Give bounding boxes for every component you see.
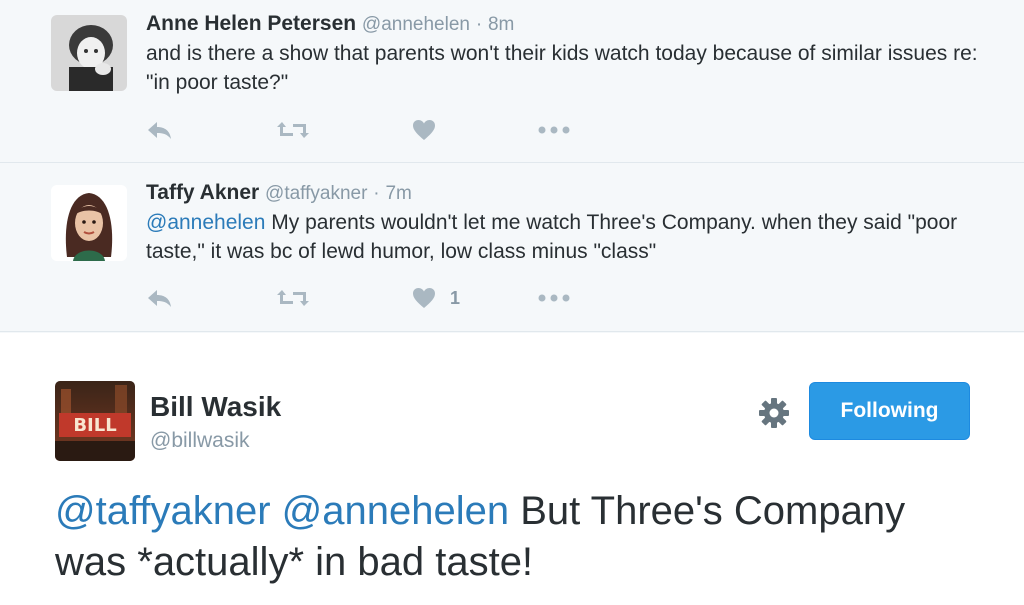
reply-button[interactable] — [146, 283, 174, 313]
tweet-actions — [146, 115, 596, 145]
retweet-icon — [277, 122, 309, 138]
like-button[interactable]: 1 — [412, 283, 460, 313]
more-icon — [538, 294, 570, 302]
like-count: 1 — [450, 287, 461, 308]
timestamp[interactable]: 7m — [385, 183, 411, 204]
like-button[interactable] — [412, 115, 450, 145]
mention-link[interactable]: @annehelen — [282, 489, 509, 533]
reply-icon — [148, 122, 171, 139]
reply-button[interactable] — [146, 115, 174, 145]
gear-button[interactable] — [757, 396, 791, 430]
timestamp[interactable]: 8m — [488, 14, 514, 35]
tweet-anne[interactable]: Anne Helen Petersen @annehelen · 8m and … — [0, 0, 1024, 163]
svg-text:BILL: BILL — [73, 415, 116, 436]
tweet-taffy[interactable]: Taffy Akner @taffyakner · 7m @annehelen … — [0, 164, 1024, 332]
separator: · — [373, 183, 380, 204]
author-name[interactable]: Bill Wasik — [150, 391, 281, 423]
avatar[interactable]: BILL — [55, 381, 135, 461]
tweet-body: My parents wouldn't let me watch Three's… — [146, 211, 958, 263]
gear-icon — [759, 398, 789, 428]
tweet-text: and is there a show that parents won't t… — [146, 39, 1006, 97]
avatar[interactable] — [51, 185, 127, 261]
tweet-text: @taffyakner @annehelen But Three's Compa… — [55, 486, 955, 588]
author-handle[interactable]: @annehelen — [362, 14, 470, 35]
separator: · — [475, 14, 483, 35]
author-name[interactable]: Anne Helen Petersen — [146, 12, 356, 35]
tweet-header: Anne Helen Petersen @annehelen · 8m — [146, 12, 514, 36]
more-button[interactable] — [538, 283, 570, 313]
tweet-body: and is there a show that parents won't t… — [146, 42, 978, 94]
reply-icon — [148, 290, 171, 307]
following-button[interactable]: Following — [809, 382, 970, 440]
more-button[interactable] — [538, 115, 570, 145]
mention-link[interactable]: @annehelen — [146, 211, 265, 234]
main-tweet: BILL Bill Wasik @billwasik Following @ta… — [0, 333, 1024, 605]
retweet-button[interactable] — [276, 115, 310, 145]
retweet-icon — [277, 290, 309, 306]
tweet-header: Taffy Akner @taffyakner · 7m — [146, 181, 412, 205]
avatar[interactable] — [51, 15, 127, 91]
tweet-actions: 1 — [146, 283, 596, 313]
author-handle[interactable]: @taffyakner — [265, 183, 367, 204]
heart-icon — [413, 288, 435, 308]
author-handle[interactable]: @billwasik — [150, 429, 250, 453]
mention-link[interactable]: @taffyakner — [55, 489, 271, 533]
heart-icon — [413, 120, 435, 140]
author-name[interactable]: Taffy Akner — [146, 181, 259, 204]
retweet-button[interactable] — [276, 283, 310, 313]
more-icon — [538, 126, 570, 134]
tweet-text: @annehelen My parents wouldn't let me wa… — [146, 208, 1006, 266]
